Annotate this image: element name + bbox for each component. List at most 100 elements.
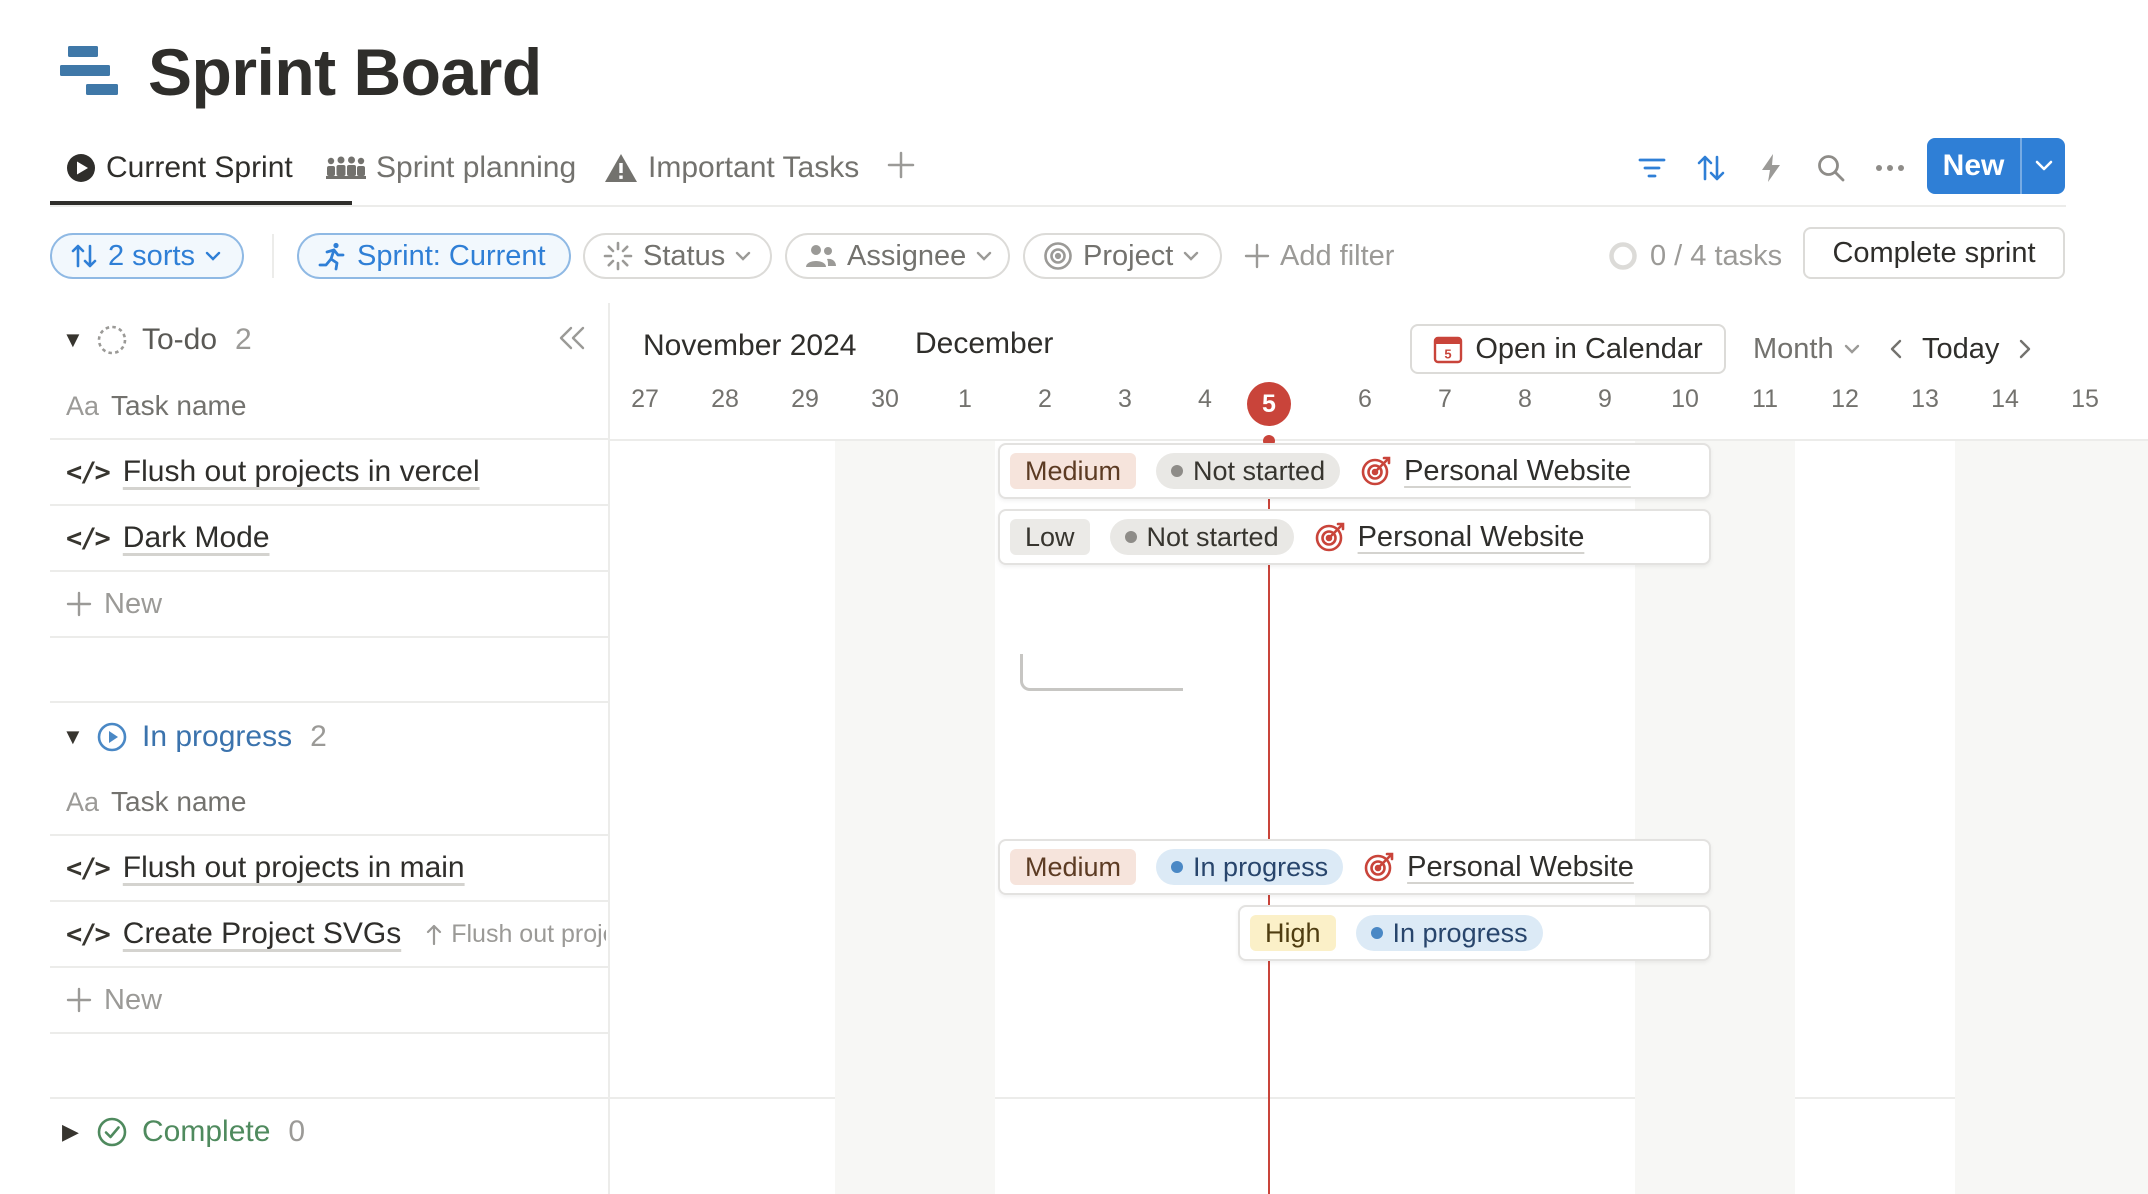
timeline-bar[interactable]: High In progress (1238, 905, 1711, 961)
status-dot (1370, 927, 1383, 939)
chevron-down-icon[interactable] (2022, 160, 2065, 172)
group-header-in-progress[interactable]: ▼ In progress 2 (62, 712, 327, 762)
plus-icon (66, 987, 92, 1013)
tab-current-sprint[interactable]: Current Sprint (66, 145, 293, 191)
task-name[interactable]: Flush out projects in vercel (123, 455, 480, 489)
chevron-down-icon (976, 251, 992, 261)
status-loader-icon (603, 241, 633, 271)
group-count: 2 (310, 720, 327, 753)
svg-text:5: 5 (1445, 347, 1452, 362)
in-progress-status-icon (96, 721, 128, 753)
page-title[interactable]: Sprint Board (148, 34, 542, 110)
timeline-scale-select[interactable]: Month (1753, 324, 1860, 374)
row-divider (50, 504, 610, 506)
status-label: Not started (1146, 521, 1279, 552)
day-label: 15 (2071, 385, 2099, 413)
new-button[interactable]: New (1927, 138, 2065, 194)
project-link[interactable]: Personal Website (1314, 521, 1584, 554)
group-count: 2 (235, 323, 252, 356)
code-icon: </> (66, 852, 111, 884)
day-label: 29 (791, 385, 819, 413)
task-name[interactable]: Create Project SVGs (123, 917, 401, 951)
priority-tag: High (1250, 915, 1336, 951)
row-divider (50, 1032, 610, 1034)
tab-label: Current Sprint (106, 151, 293, 184)
group-name: In progress (142, 720, 293, 753)
header-divider (610, 439, 2148, 441)
group-header-complete[interactable]: ▶ Complete 0 (62, 1107, 305, 1157)
code-icon: </> (66, 456, 111, 488)
project-filter-chip[interactable]: Project (1023, 233, 1222, 279)
assignee-filter-chip[interactable]: Assignee (785, 233, 1010, 279)
group-name: To-do (142, 323, 218, 356)
timeline-bar[interactable]: Medium In progress Personal Website (998, 839, 1711, 895)
collapse-panel-icon[interactable] (557, 325, 587, 351)
play-circle-icon (66, 153, 96, 183)
column-label: Task name (111, 786, 247, 817)
row-divider (50, 438, 610, 440)
more-options-icon[interactable] (1868, 146, 1912, 190)
status-tag: Not started (1156, 453, 1341, 489)
sort-icon[interactable] (1689, 146, 1733, 190)
parent-task-name: Flush out proje (451, 919, 606, 948)
chevron-left-icon[interactable] (1890, 339, 1902, 359)
tabs-divider (50, 205, 2066, 207)
sorts-chip[interactable]: 2 sorts (50, 233, 244, 279)
task-row[interactable]: </> Dark Mode (66, 513, 270, 563)
priority-tag: Medium (1010, 849, 1137, 885)
row-divider (50, 900, 610, 902)
project-link[interactable]: Personal Website (1363, 851, 1634, 884)
sprint-filter-chip[interactable]: Sprint: Current (297, 233, 571, 279)
search-icon[interactable] (1809, 146, 1853, 190)
task-row[interactable]: </> Flush out projects in vercel (66, 447, 480, 497)
new-task-row[interactable]: New (66, 975, 162, 1025)
chevron-down-icon (205, 251, 221, 261)
task-name[interactable]: Dark Mode (123, 521, 270, 555)
day-label: 11 (1752, 385, 1778, 413)
month-label: December (915, 327, 1054, 360)
new-task-row[interactable]: New (66, 579, 162, 629)
complete-sprint-button[interactable]: Complete sprint (1803, 227, 2065, 279)
filter-icon[interactable] (1630, 146, 1674, 190)
tab-sprint-planning[interactable]: Sprint planning (326, 145, 576, 191)
parent-task-reference[interactable]: Flush out proje (425, 920, 606, 949)
open-in-calendar-button[interactable]: 5 Open in Calendar (1410, 324, 1726, 374)
tab-important-tasks[interactable]: Important Tasks (604, 145, 859, 191)
status-dot (1171, 861, 1184, 873)
todo-status-icon (96, 324, 128, 356)
day-label: 7 (1438, 385, 1452, 413)
task-name[interactable]: Flush out projects in main (123, 851, 465, 885)
task-row[interactable]: </> Create Project SVGs Flush out proje (66, 909, 606, 959)
caret-down-icon[interactable]: ▼ (62, 327, 84, 353)
group-header-todo[interactable]: ▼ To-do 2 (62, 315, 252, 365)
timeline-bar[interactable]: Medium Not started Personal Website (998, 443, 1711, 499)
status-dot (1124, 531, 1137, 543)
today-button[interactable]: Today (1922, 333, 1999, 366)
caret-right-icon[interactable]: ▶ (62, 1119, 82, 1145)
plus-icon (66, 591, 92, 617)
project-link[interactable]: Personal Website (1360, 455, 1631, 488)
project-name: Personal Website (1404, 454, 1631, 487)
caret-down-icon[interactable]: ▼ (62, 724, 84, 750)
chevron-right-icon[interactable] (2019, 339, 2031, 359)
add-filter-button[interactable]: Add filter (1244, 233, 1394, 279)
status-filter-label: Status (643, 239, 726, 272)
priority-tag: Medium (1010, 453, 1137, 489)
sprint-filter-label: Sprint: Current (357, 239, 546, 272)
column-header-task-name: Aa Task name (66, 390, 246, 422)
timeline-view[interactable]: November 2024 December 5 Open in Calenda… (610, 303, 2148, 1194)
subtask-dependency-line (1020, 654, 1183, 691)
status-label: In progress (1392, 917, 1528, 948)
task-row[interactable]: </> Flush out projects in main (66, 843, 465, 893)
automation-lightning-icon[interactable] (1749, 146, 1793, 190)
sort-icon (70, 243, 98, 269)
code-icon: </> (66, 522, 111, 554)
page-icon[interactable] (60, 46, 124, 98)
add-view-icon[interactable] (886, 150, 916, 180)
timeline-bar[interactable]: Low Not started Personal Website (998, 509, 1711, 565)
column-header-task-name: Aa Task name (66, 786, 246, 818)
day-label: 14 (1991, 385, 2019, 413)
sprint-progress: 0 / 4 tasks (1608, 233, 1782, 279)
day-label: 27 (631, 385, 659, 413)
status-filter-chip[interactable]: Status (583, 233, 772, 279)
